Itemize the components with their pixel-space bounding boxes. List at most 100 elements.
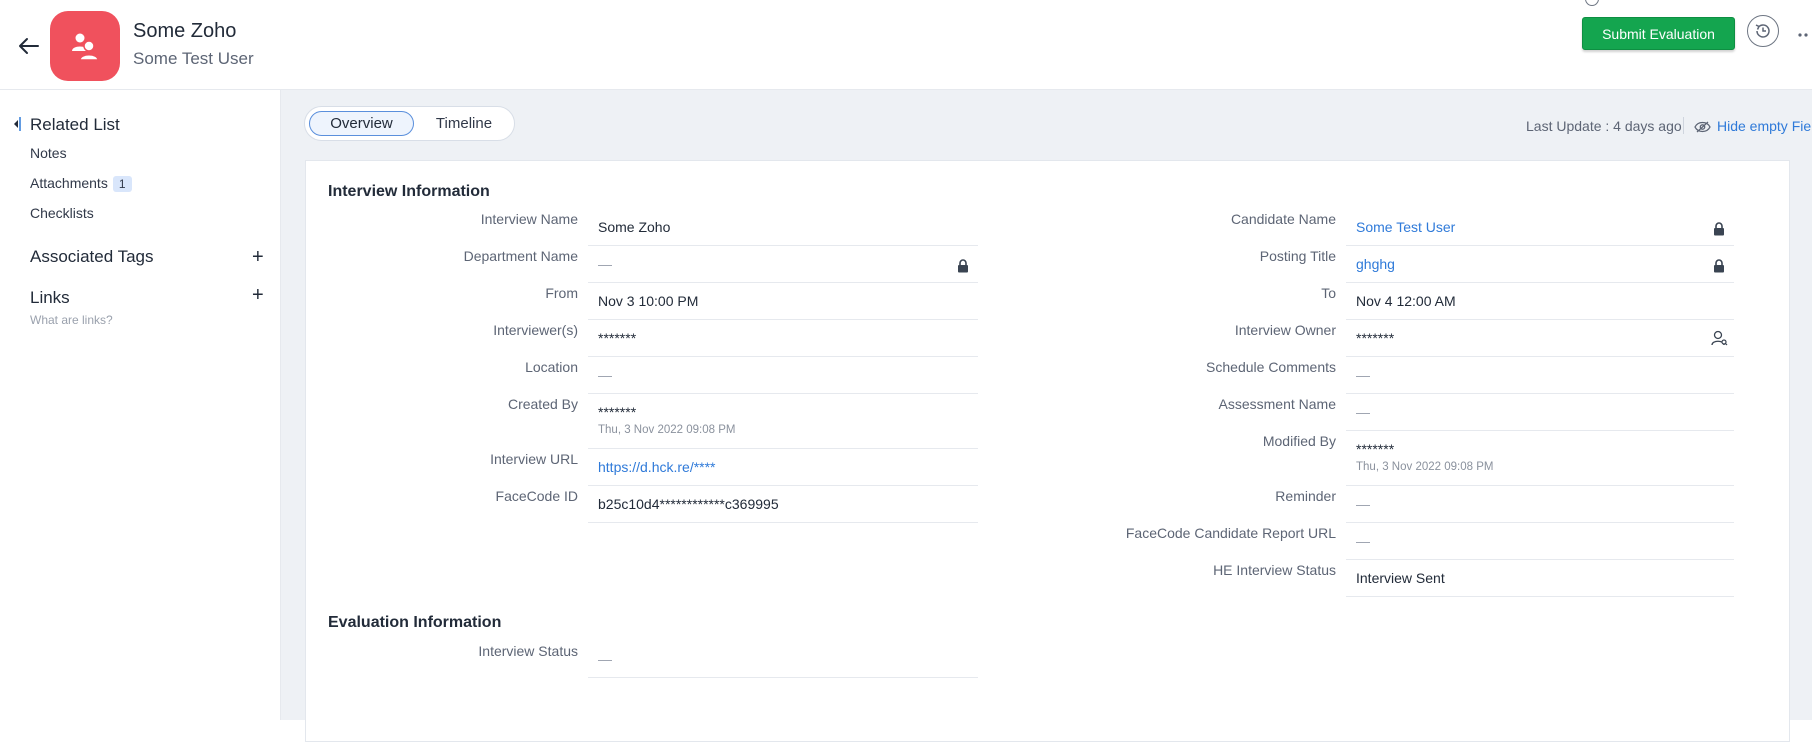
add-tag-plus-icon[interactable]: + [252, 247, 264, 267]
evaluation-info-heading: Evaluation Information [328, 614, 502, 631]
interview-url-link[interactable]: https://d.hck.re/**** [598, 459, 716, 475]
lock-icon [958, 259, 968, 273]
sidebar-item-notes[interactable]: Notes [30, 145, 67, 161]
modified-time-text: Thu, 3 Nov 2022 09:08 PM [1356, 461, 1494, 473]
field-value: — [1356, 367, 1370, 383]
field-row: To Nov 4 12:00 AM [1006, 283, 1734, 320]
user-search-icon[interactable] [1710, 329, 1728, 347]
divider [1683, 117, 1684, 134]
attachments-count-badge: 1 [112, 176, 132, 192]
field-value: — [598, 367, 612, 383]
collapse-sidebar-icon[interactable] [11, 116, 21, 132]
field-row: Location — [306, 357, 978, 394]
record-header: Some Zoho Some Test User Submit Evaluati… [0, 0, 1812, 90]
field-label: Location [525, 359, 578, 375]
history-icon[interactable] [1747, 15, 1779, 47]
field-label: Schedule Comments [1206, 359, 1336, 375]
field-value: — [1356, 404, 1370, 420]
field-row: Reminder — [1006, 486, 1734, 523]
field-value: — [598, 651, 612, 667]
eye-slash-icon [1694, 121, 1711, 133]
links-help-link[interactable]: What are links? [30, 313, 113, 327]
assessment-name-value[interactable]: — [1346, 394, 1734, 431]
field-value: ******* [1356, 441, 1395, 457]
he-interview-status-value[interactable]: Interview Sent [1346, 560, 1734, 597]
field-row: FaceCode Candidate Report URL — [1006, 523, 1734, 560]
field-label: FaceCode Candidate Report URL [1125, 525, 1336, 541]
from-value[interactable]: Nov 3 10:00 PM [588, 283, 978, 320]
field-label: Department Name [463, 248, 578, 264]
field-label: From [545, 285, 578, 301]
links-heading: Links [30, 288, 70, 307]
related-list-title: Related List [30, 115, 120, 134]
last-update-text: Last Update : 4 days ago [1526, 118, 1682, 134]
view-tabs: Overview Timeline [304, 106, 515, 141]
facecode-report-url-value[interactable]: — [1346, 523, 1734, 560]
interview-status-value[interactable]: — [588, 641, 978, 678]
field-row: Created By ******* Thu, 3 Nov 2022 09:08 … [306, 394, 978, 449]
field-label: Assessment Name [1218, 396, 1336, 412]
field-label: Interview Status [478, 643, 578, 659]
details-card: Interview Information Interview Name Som… [305, 160, 1790, 742]
status-circle-icon [1585, 0, 1599, 6]
to-value[interactable]: Nov 4 12:00 AM [1346, 283, 1734, 320]
location-value[interactable]: — [588, 357, 978, 394]
field-label: Interview Name [480, 211, 578, 227]
field-row: Interviewer(s) ******* [306, 320, 978, 357]
lock-icon [1714, 222, 1724, 236]
field-label: Reminder [1275, 488, 1336, 504]
record-avatar [50, 11, 120, 81]
field-row: Modified By ******* Thu, 3 Nov 2022 09:08… [1006, 431, 1734, 486]
interview-name-value[interactable]: Some Zoho [588, 209, 978, 246]
posting-title-value: ghghg [1346, 246, 1734, 283]
candidate-name-value: Some Test User [1346, 209, 1734, 246]
field-label: Modified By [1262, 433, 1336, 449]
field-value: ******* [598, 330, 637, 346]
field-value: — [1356, 496, 1370, 512]
facecode-id-value[interactable]: b25c10d4************c369995 [588, 486, 978, 523]
field-label: To [1321, 285, 1336, 301]
field-label: Posting Title [1259, 248, 1336, 264]
created-time-text: Thu, 3 Nov 2022 09:08 PM [598, 424, 736, 436]
field-value: — [1356, 533, 1370, 549]
field-value: Nov 4 12:00 AM [1356, 293, 1456, 309]
interview-info-heading: Interview Information [328, 183, 490, 200]
add-link-plus-icon[interactable]: + [252, 285, 264, 305]
field-label: FaceCode ID [495, 488, 578, 504]
field-row: Interview Status — [306, 641, 978, 678]
candidate-name-link[interactable]: Some Test User [1356, 219, 1455, 235]
field-label: Candidate Name [1230, 211, 1336, 227]
field-row: Interview Owner ******* [1006, 320, 1734, 357]
sidebar-item-checklists[interactable]: Checklists [30, 205, 94, 221]
back-arrow-icon[interactable] [16, 33, 42, 59]
field-row: Schedule Comments — [1006, 357, 1734, 394]
sidebar-item-attachments[interactable]: Attachments 1 [30, 175, 132, 192]
reminder-value[interactable]: — [1346, 486, 1734, 523]
field-label: HE Interview Status [1213, 562, 1336, 578]
field-value: Nov 3 10:00 PM [598, 293, 699, 309]
field-value: Interview Sent [1356, 570, 1445, 586]
hide-empty-label: Hide empty Fields [1717, 118, 1812, 134]
field-label: Created By [507, 396, 578, 412]
submit-evaluation-button[interactable]: Submit Evaluation [1582, 17, 1735, 50]
sidebar-item-label: Attachments [30, 175, 108, 191]
interviewers-value[interactable]: ******* [588, 320, 978, 357]
field-value: ******* [598, 404, 637, 420]
field-row: Department Name — [306, 246, 978, 283]
field-row: HE Interview Status Interview Sent [1006, 560, 1734, 597]
schedule-comments-value[interactable]: — [1346, 357, 1734, 394]
hide-empty-fields-link[interactable]: Hide empty Fields [1694, 118, 1812, 134]
tab-overview[interactable]: Overview [309, 111, 414, 136]
field-label: Interviewer(s) [493, 322, 578, 338]
related-sidebar: Related List Notes Attachments 1 Checklis… [0, 90, 281, 720]
field-row: From Nov 3 10:00 PM [306, 283, 978, 320]
field-row: Assessment Name — [1006, 394, 1734, 431]
main-content: Overview Timeline Last Update : 4 days a… [281, 90, 1812, 742]
tab-timeline[interactable]: Timeline [418, 111, 510, 136]
interview-owner-value[interactable]: ******* [1346, 320, 1734, 357]
more-options-icon[interactable] [1797, 27, 1812, 37]
associated-tags-heading: Associated Tags [30, 247, 154, 266]
user-group-icon [72, 33, 99, 61]
record-subtitle: Some Test User [133, 49, 254, 68]
posting-title-link[interactable]: ghghg [1356, 256, 1395, 272]
